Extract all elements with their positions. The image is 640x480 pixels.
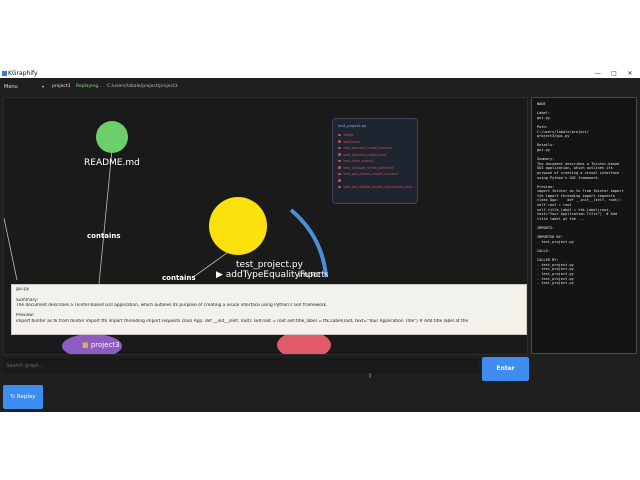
tooltip-title: test_project.py xyxy=(338,123,367,128)
graph-canvas[interactable]: test_project.py setUp tearDown test_proc… xyxy=(3,97,528,355)
close-icon[interactable]: ✕ xyxy=(624,69,636,78)
search-input[interactable] xyxy=(3,358,479,374)
project-path: C:/users/labale/project/project3 xyxy=(107,84,178,89)
desktop: KGraphify — □ ✕ Menu ▾ project3 Replayin… xyxy=(0,0,640,480)
project-name: project3 xyxy=(52,84,71,89)
tooltip-item: test_get_ollama_model_connection_error xyxy=(338,184,413,191)
graph-edge xyxy=(98,149,113,285)
detail-line: - test_project.py xyxy=(537,281,574,286)
graph-edge xyxy=(4,217,18,281)
enter-button[interactable]: Enter xyxy=(482,357,529,381)
node-label-project3: ■ project3 xyxy=(82,341,120,349)
edge-label: contains xyxy=(87,232,121,240)
node-test-project[interactable] xyxy=(209,197,267,255)
node-readme[interactable] xyxy=(96,121,128,153)
replay-button[interactable]: ↻ Replay xyxy=(3,385,43,409)
title-bar[interactable]: KGraphify — □ ✕ xyxy=(0,69,640,78)
folder-icon: ■ xyxy=(82,341,91,349)
maximize-icon[interactable]: □ xyxy=(608,69,620,78)
app-icon xyxy=(2,71,7,76)
node-label-test-project: test_project.py xyxy=(236,260,303,270)
toolbar: Menu ▾ project3 Replaying... C:/users/la… xyxy=(0,78,640,96)
app-window: KGraphify — □ ✕ Menu ▾ project3 Replayin… xyxy=(0,69,640,412)
detail-line: purpose of creating a visual interface xyxy=(537,170,620,175)
node-details-panel[interactable]: NODE Label: gui.py Path: C:/users/labale/pro… xyxy=(531,97,637,354)
menu-dropdown[interactable]: Menu ▾ xyxy=(2,81,46,93)
chevron-down-icon: ▾ xyxy=(41,84,44,89)
window-title: KGraphify xyxy=(8,70,38,77)
node-info-popup: gui.py Summary: The document describes a… xyxy=(11,284,527,335)
popup-preview: import tkinter as tk from tkinter import… xyxy=(16,318,469,324)
minimize-icon[interactable]: — xyxy=(592,69,604,78)
replay-status: Replaying... xyxy=(76,84,103,89)
text-cursor-icon: I xyxy=(369,372,372,380)
edge-label: contains xyxy=(162,274,196,282)
menu-label: Menu xyxy=(4,84,18,90)
node-label-readme: README.md xyxy=(84,158,140,168)
edge-label-imports: imports xyxy=(298,270,329,279)
node-tooltip-test-project: test_project.py setUp tearDown test_proc… xyxy=(332,118,418,204)
